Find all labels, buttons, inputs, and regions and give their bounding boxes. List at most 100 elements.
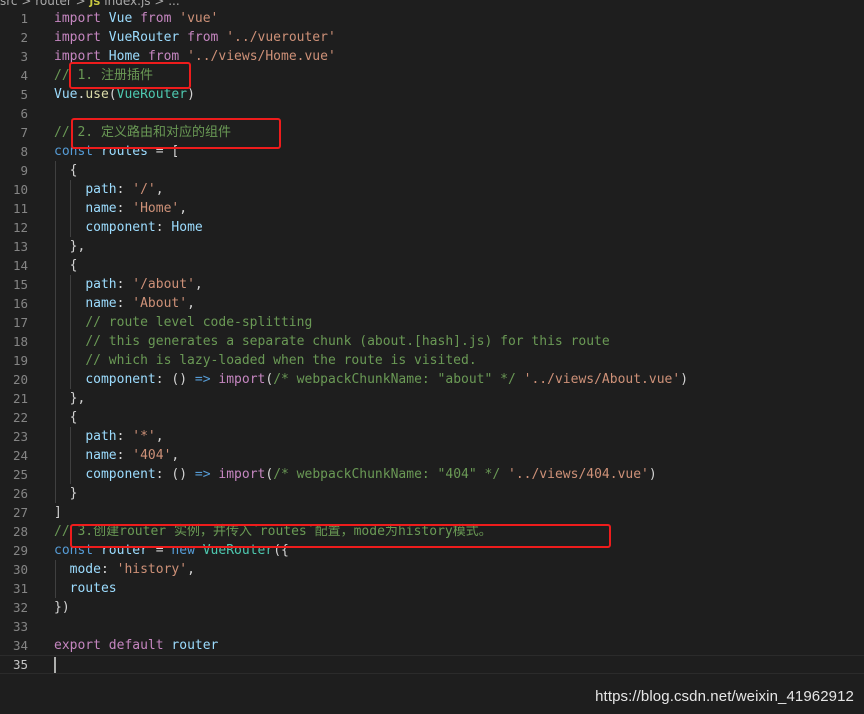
line-number: 31	[12, 581, 28, 596]
code-line[interactable]: 1 import Vue from 'vue'	[0, 9, 864, 28]
code-line[interactable]: 20 component: () => import(/* webpackChu…	[0, 370, 864, 389]
code-line[interactable]: 13 },	[0, 237, 864, 256]
code-line[interactable]: 8 const routes = [	[0, 142, 864, 161]
line-number: 10	[12, 182, 28, 197]
code-line[interactable]: 4 // 1. 注册插件	[0, 66, 864, 85]
line-number: 6	[20, 106, 28, 121]
code-text[interactable]: name: '404',	[54, 446, 179, 465]
code-text[interactable]: path: '*',	[54, 427, 163, 446]
code-line[interactable]: 16 name: 'About',	[0, 294, 864, 313]
code-line[interactable]: 26 }	[0, 484, 864, 503]
code-line[interactable]: 9 {	[0, 161, 864, 180]
code-line[interactable]: 15 path: '/about',	[0, 275, 864, 294]
code-line[interactable]: 35	[0, 655, 864, 674]
line-number: 18	[12, 334, 28, 349]
code-line[interactable]: 18 // this generates a separate chunk (a…	[0, 332, 864, 351]
breadcrumb-file[interactable]: index.js > ...	[104, 0, 179, 8]
line-number: 14	[12, 258, 28, 273]
breadcrumb-path[interactable]: src > router >	[0, 0, 90, 8]
code-text[interactable]: })	[54, 598, 70, 617]
code-text[interactable]: component: Home	[54, 218, 202, 237]
code-text[interactable]: },	[54, 389, 86, 408]
code-text[interactable]: const routes = [	[54, 142, 179, 161]
code-line[interactable]: 28 // 3.创建router 实例，并传入`routes`配置，mode为hi…	[0, 522, 864, 541]
line-number: 12	[12, 220, 28, 235]
line-number: 29	[12, 543, 28, 558]
line-number: 17	[12, 315, 28, 330]
code-text[interactable]: // 2. 定义路由和对应的组件	[54, 123, 231, 142]
code-line[interactable]: 6	[0, 104, 864, 123]
code-text[interactable]: name: 'Home',	[54, 199, 187, 218]
code-text[interactable]: },	[54, 237, 86, 256]
code-line[interactable]: 12 component: Home	[0, 218, 864, 237]
code-line[interactable]: 25 component: () => import(/* webpackChu…	[0, 465, 864, 484]
code-text[interactable]: component: () => import(/* webpackChunkN…	[54, 370, 688, 389]
line-number: 16	[12, 296, 28, 311]
line-number: 20	[12, 372, 28, 387]
code-line[interactable]: 27]	[0, 503, 864, 522]
code-line[interactable]: 21 },	[0, 389, 864, 408]
code-text[interactable]: export default router	[54, 636, 218, 655]
code-line[interactable]: 32})	[0, 598, 864, 617]
code-text[interactable]: // 1. 注册插件	[54, 66, 153, 85]
code-text[interactable]: Vue.use(VueRouter)	[54, 85, 195, 104]
code-text[interactable]: const router = new VueRouter({	[54, 541, 289, 560]
code-line[interactable]: 10 path: '/',	[0, 180, 864, 199]
breadcrumb[interactable]: src > router > JS index.js > ...	[0, 0, 180, 8]
code-text[interactable]: component: () => import(/* webpackChunkN…	[54, 465, 656, 484]
code-text[interactable]: // route level code-splitting	[54, 313, 312, 332]
line-number: 26	[12, 486, 28, 501]
code-text[interactable]: import Vue from 'vue'	[54, 9, 218, 28]
watermark-url: https://blog.csdn.net/weixin_41962912	[595, 688, 854, 705]
code-text[interactable]: routes	[54, 579, 117, 598]
code-text[interactable]: // which is lazy-loaded when the route i…	[54, 351, 476, 370]
code-line[interactable]: 33	[0, 617, 864, 636]
text-cursor	[54, 656, 56, 673]
code-line[interactable]: 31 routes	[0, 579, 864, 598]
code-line[interactable]: 17 // route level code-splitting	[0, 313, 864, 332]
line-number: 8	[20, 144, 28, 159]
code-text[interactable]: {	[54, 408, 78, 427]
js-file-icon: JS	[89, 0, 101, 8]
code-text[interactable]: mode: 'history',	[54, 560, 195, 579]
line-number: 7	[20, 125, 28, 140]
code-editor[interactable]: 1 import Vue from 'vue' 2 import VueRouter …	[0, 9, 864, 674]
code-line[interactable]: 34 export default router	[0, 636, 864, 655]
line-number: 32	[12, 600, 28, 615]
code-text[interactable]: }	[54, 484, 78, 503]
line-number: 11	[12, 201, 28, 216]
code-text[interactable]: // this generates a separate chunk (abou…	[54, 332, 609, 351]
line-number: 19	[12, 353, 28, 368]
code-line[interactable]: 2 import VueRouter from '../vuerouter'	[0, 28, 864, 47]
line-number: 21	[12, 391, 28, 406]
line-number: 33	[12, 619, 28, 634]
code-text[interactable]: {	[54, 256, 78, 275]
code-line[interactable]: 3 import Home from '../views/Home.vue'	[0, 47, 864, 66]
line-number: 2	[20, 30, 28, 45]
code-line[interactable]: 19 // which is lazy-loaded when the rout…	[0, 351, 864, 370]
code-text[interactable]: import Home from '../views/Home.vue'	[54, 47, 336, 66]
line-number: 28	[12, 524, 28, 539]
code-line[interactable]: 29 const router = new VueRouter({	[0, 541, 864, 560]
code-line[interactable]: 11 name: 'Home',	[0, 199, 864, 218]
code-line[interactable]: 14 {	[0, 256, 864, 275]
code-line[interactable]: 5 Vue.use(VueRouter)	[0, 85, 864, 104]
line-number: 24	[12, 448, 28, 463]
code-line[interactable]: 23 path: '*',	[0, 427, 864, 446]
line-number: 4	[20, 68, 28, 83]
line-number: 13	[12, 239, 28, 254]
line-number: 27	[12, 505, 28, 520]
code-text[interactable]: // 3.创建router 实例，并传入`routes`配置，mode为hist…	[54, 522, 492, 541]
code-text[interactable]: ]	[54, 503, 62, 522]
line-number: 25	[12, 467, 28, 482]
code-text[interactable]	[54, 656, 56, 673]
code-text[interactable]: name: 'About',	[54, 294, 195, 313]
code-line[interactable]: 22 {	[0, 408, 864, 427]
code-line[interactable]: 30 mode: 'history',	[0, 560, 864, 579]
code-line[interactable]: 24 name: '404',	[0, 446, 864, 465]
code-text[interactable]: import VueRouter from '../vuerouter'	[54, 28, 336, 47]
code-text[interactable]: {	[54, 161, 78, 180]
code-text[interactable]: path: '/about',	[54, 275, 202, 294]
code-line[interactable]: 7 // 2. 定义路由和对应的组件	[0, 123, 864, 142]
code-text[interactable]: path: '/',	[54, 180, 163, 199]
